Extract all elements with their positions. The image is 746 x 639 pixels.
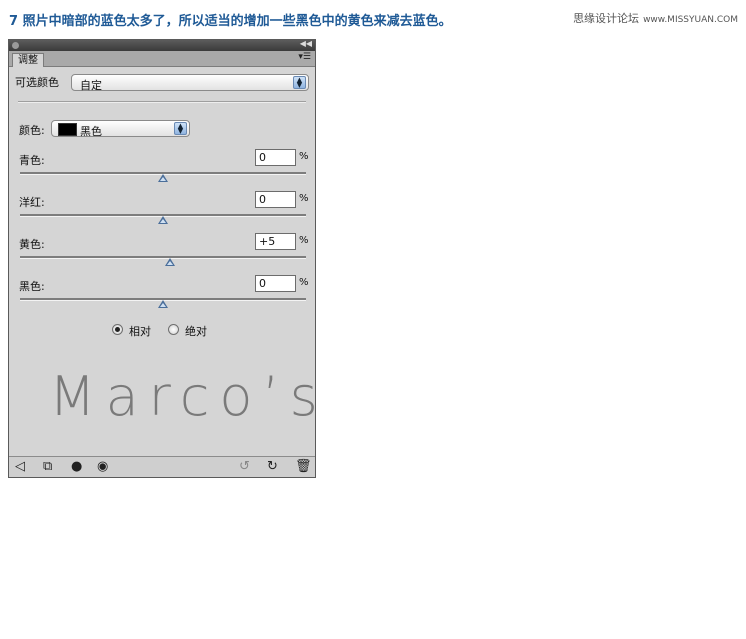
- slider-label-cyan: 青色:: [19, 154, 45, 167]
- close-icon[interactable]: [12, 42, 19, 49]
- reset-icon[interactable]: ↻: [267, 460, 278, 473]
- colors-label: 颜色:: [19, 124, 45, 137]
- relative-label: 相对: [129, 325, 151, 338]
- select-arrows-icon: ▲ ▼: [293, 76, 306, 89]
- colors-value: 黑色: [80, 125, 102, 138]
- back-arrow-icon[interactable]: ◁: [15, 460, 25, 473]
- yellow-slider-thumb[interactable]: [165, 258, 176, 266]
- divider: [18, 101, 306, 103]
- slider-label-magenta: 洋红:: [19, 196, 45, 209]
- adjustments-panel: ◀◀ 调整 ▾☰ 可选颜色 自定 ▲ ▼ 颜色: 黑色 ▲ ▼ 青色: 0 % 洋红…: [8, 39, 318, 478]
- panel-tab-row: 调整 ▾☰: [9, 51, 315, 67]
- collapse-icon[interactable]: ◀◀: [300, 39, 312, 48]
- cyan-slider-thumb[interactable]: [158, 174, 168, 182]
- trash-icon[interactable]: 🗑: [295, 460, 312, 473]
- yellow-unit: %: [299, 235, 309, 246]
- magenta-slider-thumb[interactable]: [158, 216, 168, 224]
- black-unit: %: [299, 277, 309, 288]
- preset-select[interactable]: 自定 ▲ ▼: [71, 74, 309, 92]
- site-url: www.MISSYUAN.COM: [643, 15, 738, 25]
- absolute-label: 绝对: [185, 325, 207, 338]
- preset-value: 自定: [80, 79, 102, 92]
- cyan-input[interactable]: 0: [255, 149, 296, 166]
- relative-radio[interactable]: [112, 324, 123, 335]
- slider-label-black: 黑色:: [19, 280, 45, 293]
- magenta-input[interactable]: 0: [255, 191, 296, 208]
- visibility-layer-icon[interactable]: ●: [71, 460, 82, 473]
- black-input[interactable]: 0: [255, 275, 296, 292]
- yellow-input[interactable]: +5: [255, 233, 296, 250]
- caption: 7 照片中暗部的蓝色太多了，所以适当的增加一些黑色中的黄色来减去蓝色。: [9, 14, 452, 29]
- tab-adjustments[interactable]: 调整: [12, 53, 44, 67]
- select-arrows-icon: ▲ ▼: [174, 122, 187, 135]
- panel-footer: ◁ ⧉ ● ◉ ↺ ↻ 🗑: [9, 456, 315, 477]
- black-slider-thumb[interactable]: [158, 300, 168, 308]
- yellow-slider-track[interactable]: [20, 256, 306, 259]
- magenta-unit: %: [299, 193, 309, 204]
- color-swatch: [58, 123, 77, 136]
- site-name: 思缘设计论坛: [573, 12, 640, 25]
- clip-layer-icon[interactable]: ⧉: [43, 460, 52, 473]
- colors-select[interactable]: 黑色 ▲ ▼: [51, 120, 190, 138]
- absolute-radio[interactable]: [168, 324, 179, 335]
- eye-icon[interactable]: ◉: [97, 460, 108, 473]
- preset-label: 可选颜色: [15, 76, 59, 89]
- site-watermark: 思缘设计论坛 www.MISSYUAN.COM: [573, 10, 738, 26]
- author-watermark: Marco’s: [49, 365, 328, 428]
- panel-titlebar: ◀◀: [9, 39, 315, 51]
- cyan-unit: %: [299, 151, 309, 162]
- panel-menu-icon[interactable]: ▾☰: [298, 52, 311, 62]
- view-previous-icon[interactable]: ↺: [239, 460, 250, 473]
- slider-label-yellow: 黄色:: [19, 238, 45, 251]
